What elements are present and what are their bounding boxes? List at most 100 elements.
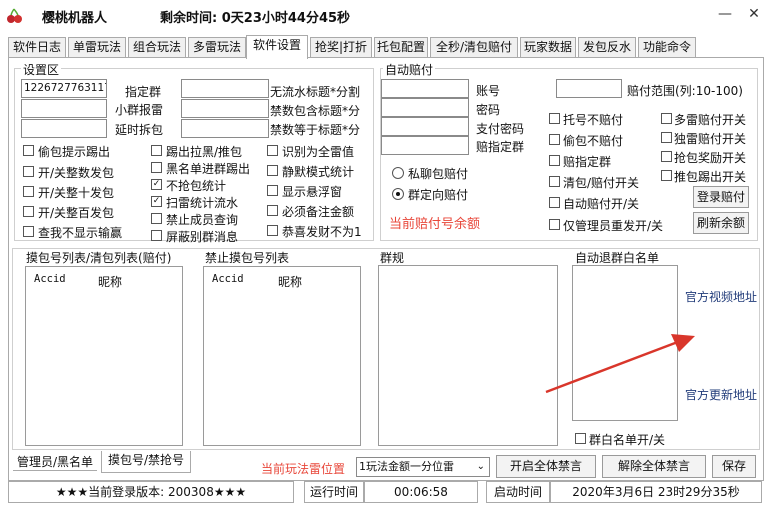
pay-password-field[interactable] xyxy=(381,117,469,136)
require-amount-note-checkbox[interactable]: 必须备注金额 xyxy=(267,203,371,219)
qq-number-field[interactable]: 12267277631178 xyxy=(21,79,107,98)
tab-bot-config[interactable]: 托包配置 xyxy=(374,37,428,58)
tab-software-settings[interactable]: 软件设置 xyxy=(246,35,308,59)
balance-label: 当前赔付号余额 xyxy=(389,217,481,232)
checkbox-label: 抢包奖励开关 xyxy=(674,151,747,165)
tab-full-pay[interactable]: 全秒/清包赔付 xyxy=(430,37,518,58)
auto-pay-toggle-checkbox[interactable]: 自动赔付开/关 xyxy=(549,195,661,211)
kick-blacklist-checkbox[interactable]: 踢出拉黑/推包 xyxy=(151,143,269,159)
pay-group-label: 赔指定群 xyxy=(476,140,525,154)
mute-all-button[interactable]: 开启全体禁言 xyxy=(496,455,596,478)
blacklist-join-kick-checkbox[interactable]: 黑名单进群踢出 xyxy=(151,160,269,176)
delay-split-value-field[interactable] xyxy=(181,119,269,138)
checkbox-check-icon: ✓ xyxy=(151,179,162,190)
checkbox-label: 仅管理员重发开/关 xyxy=(563,219,664,233)
group-rules-textarea[interactable] xyxy=(378,265,558,446)
tab-multi-mine[interactable]: 多雷玩法 xyxy=(188,37,246,58)
small-report-label: 小群报雷 xyxy=(115,103,164,117)
kick-on-steal-checkbox[interactable]: 偷包提示踢出 xyxy=(23,143,163,159)
hide-winloss-checkbox[interactable]: 查我不显示输赢 xyxy=(23,224,163,240)
checkbox-box xyxy=(549,113,560,124)
grab-reward-checkbox[interactable]: 抢包奖励开关 xyxy=(661,149,757,165)
ban-list-label: 禁止摸包号列表 xyxy=(205,251,290,265)
subtab-admin-blacklist[interactable]: 管理员/黑名单 xyxy=(13,453,98,471)
admin-only-resend-checkbox[interactable]: 仅管理员重发开/关 xyxy=(549,217,674,233)
small-report-field[interactable] xyxy=(21,99,107,118)
ban-member-query-checkbox[interactable]: 禁止成员查询 xyxy=(151,211,269,227)
hundreds-packet-checkbox[interactable]: 开/关整百发包 xyxy=(23,204,163,220)
settings-group-label: 设置区 xyxy=(21,61,62,78)
single-mine-pay-checkbox[interactable]: 独雷赔付开关 xyxy=(661,130,757,146)
clear-pay-toggle-checkbox[interactable]: 清包/赔付开关 xyxy=(549,174,661,190)
close-button[interactable]: ✕ xyxy=(741,4,767,24)
no-grab-stats-checkbox[interactable]: ✓ 不抢包统计 xyxy=(151,177,269,193)
checkbox-label: 多雷赔付开关 xyxy=(674,113,747,127)
pay-password-label: 支付密码 xyxy=(476,122,525,136)
checkbox-box xyxy=(549,155,560,166)
checkbox-box xyxy=(23,145,34,156)
designated-group-field[interactable] xyxy=(181,79,269,98)
checkbox-label: 清包/赔付开关 xyxy=(563,176,640,190)
integer-packet-checkbox[interactable]: 开/关整数发包 xyxy=(23,164,163,180)
tab-rebate[interactable]: 发包反水 xyxy=(578,37,636,58)
block-other-group-checkbox[interactable]: 屏蔽别群消息 xyxy=(151,228,269,244)
checkbox-box xyxy=(661,170,672,181)
greeting-not-one-checkbox[interactable]: 恭喜发财不为1 xyxy=(267,223,371,239)
push-kick-checkbox[interactable]: 推包踢出开关 xyxy=(661,168,757,184)
refresh-balance-button[interactable]: 刷新余额 xyxy=(693,212,749,234)
subtab-touch-ban[interactable]: 摸包号/禁抢号 xyxy=(101,451,192,473)
checkbox-label: 显示悬浮窗 xyxy=(282,185,343,199)
radio-circle xyxy=(392,167,404,179)
checkbox-label: 开/关整数发包 xyxy=(38,166,115,180)
checkbox-label: 识别为全雷值 xyxy=(282,145,355,159)
checkbox-check-icon: ✓ xyxy=(151,196,162,207)
ban-list[interactable]: Accid 昵称 xyxy=(203,266,361,446)
steal-no-pay-checkbox[interactable]: 偷包不赔付 xyxy=(549,132,661,148)
checkbox-label: 赔指定群 xyxy=(563,155,612,169)
checkbox-label: 踢出拉黑/推包 xyxy=(166,145,243,159)
pay-group-field[interactable] xyxy=(381,136,469,155)
checkbox-label: 屏蔽别群消息 xyxy=(166,230,239,244)
col-accid-header: Accid xyxy=(212,273,244,285)
checkbox-box xyxy=(661,132,672,143)
bot-no-pay-checkbox[interactable]: 托号不赔付 xyxy=(549,111,661,127)
silent-stats-checkbox[interactable]: 静默模式统计 xyxy=(267,163,371,179)
floating-window-checkbox[interactable]: 显示悬浮窗 xyxy=(267,183,371,199)
chevron-down-icon: ⌄ xyxy=(476,461,485,472)
login-pay-button[interactable]: 登录赔付 xyxy=(693,186,749,208)
delay-split-field[interactable] xyxy=(21,119,107,138)
account-field[interactable] xyxy=(381,79,469,98)
tab-commands[interactable]: 功能命令 xyxy=(638,37,696,58)
account-label: 账号 xyxy=(476,84,501,98)
minimize-button[interactable]: — xyxy=(712,4,738,24)
tab-single-mine[interactable]: 单雷玩法 xyxy=(68,37,126,58)
checkbox-label: 恭喜发财不为1 xyxy=(282,225,362,239)
password-field[interactable] xyxy=(381,98,469,117)
col-nick-header: 昵称 xyxy=(278,275,303,289)
runtime-value: 00:06:58 xyxy=(364,481,478,503)
pay-designated-group-checkbox[interactable]: 赔指定群 xyxy=(549,153,661,169)
mine-water-stats-checkbox[interactable]: ✓ 扫雷统计流水 xyxy=(151,194,269,210)
checkbox-label: 静默模式统计 xyxy=(282,165,355,179)
group-pay-radio[interactable]: 群定向赔付 xyxy=(392,186,492,202)
touch-list[interactable]: Accid 昵称 xyxy=(25,266,183,446)
tab-software-log[interactable]: 软件日志 xyxy=(8,37,66,58)
checkbox-label: 开/关整十发包 xyxy=(38,186,115,200)
checkbox-label: 群白名单开/关 xyxy=(589,433,666,447)
checkbox-label: 禁止成员查询 xyxy=(166,213,239,227)
whitelist-toggle-checkbox[interactable]: 群白名单开/关 xyxy=(575,431,679,447)
save-button[interactable]: 保存 xyxy=(712,455,756,478)
tab-player-data[interactable]: 玩家数据 xyxy=(520,37,576,58)
multi-mine-pay-checkbox[interactable]: 多雷赔付开关 xyxy=(661,111,757,127)
unmute-all-button[interactable]: 解除全体禁言 xyxy=(602,455,706,478)
official-video-link[interactable]: 官方视频地址 xyxy=(685,288,757,305)
checkbox-box xyxy=(151,213,162,224)
tab-lottery-discount[interactable]: 抢奖|打折 xyxy=(310,37,372,58)
full-mine-value-checkbox[interactable]: 识别为全雷值 xyxy=(267,143,371,159)
private-pay-radio[interactable]: 私聊包赔付 xyxy=(392,165,492,181)
tens-packet-checkbox[interactable]: 开/关整十发包 xyxy=(23,184,163,200)
mode-select[interactable]: 1玩法金额一分位雷 ⌄ xyxy=(356,457,490,477)
small-report-group-field[interactable] xyxy=(181,99,269,118)
tab-combo[interactable]: 组合玩法 xyxy=(128,37,186,58)
pay-range-field[interactable] xyxy=(556,79,622,98)
